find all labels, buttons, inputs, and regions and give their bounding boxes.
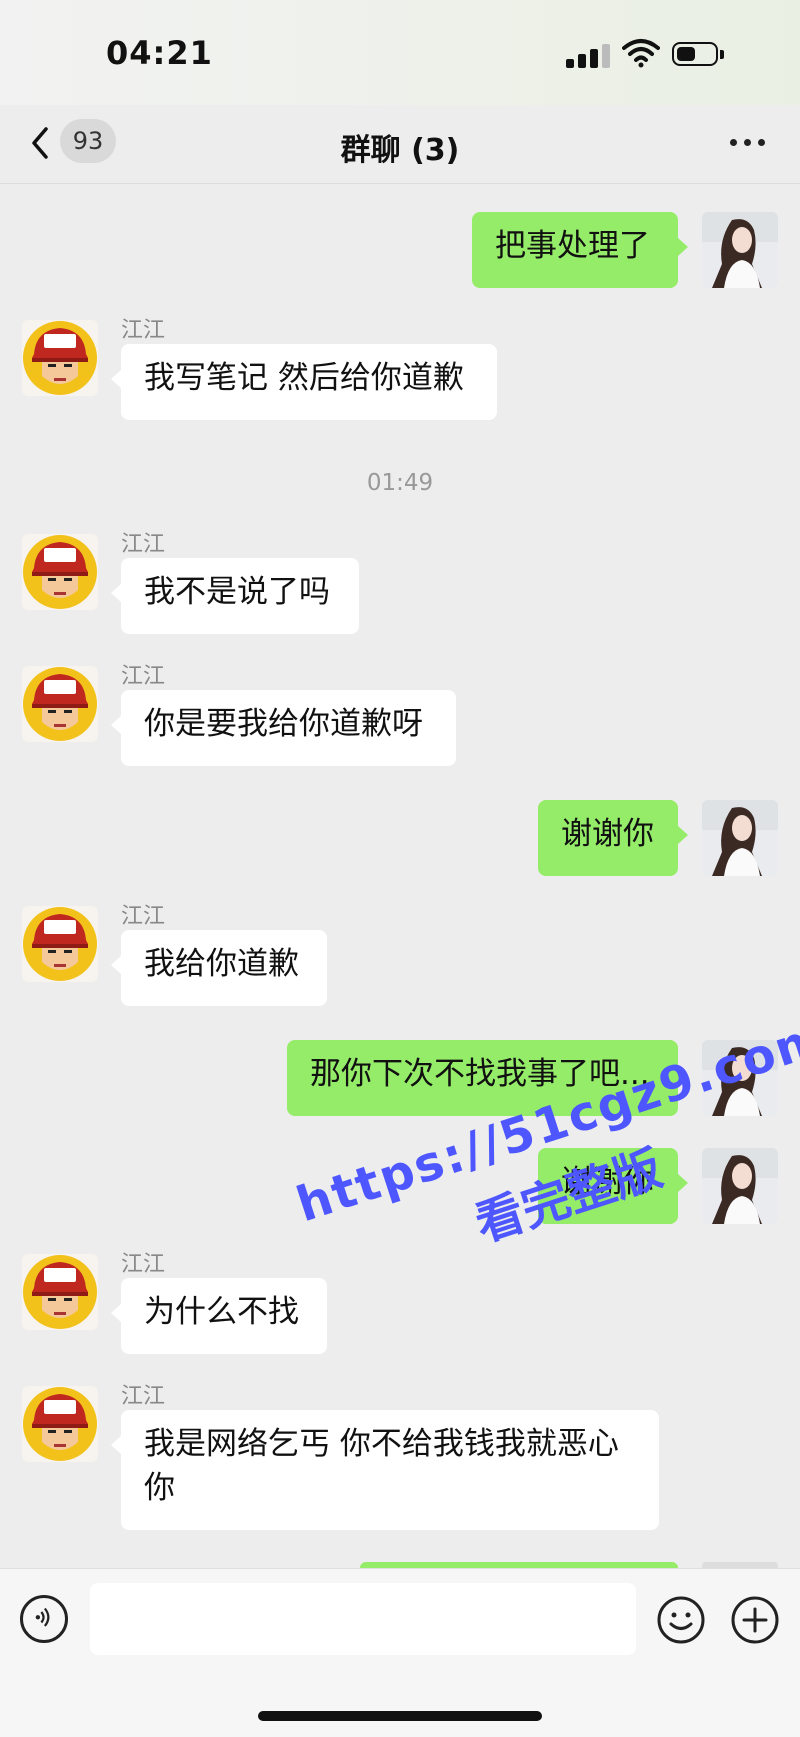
message-row: 江江 你是要我给你道歉呀 bbox=[0, 658, 800, 768]
sender-avatar[interactable] bbox=[22, 1254, 98, 1330]
user-avatar[interactable] bbox=[702, 212, 778, 288]
chat-header: 93 群聊 (3) bbox=[0, 105, 800, 184]
message-bubble-received[interactable]: 我不是说了吗 bbox=[111, 558, 359, 634]
timestamp: 01:49 bbox=[366, 470, 434, 496]
message-row: 江江 我不是说了吗 bbox=[0, 526, 800, 636]
message-bubble-received[interactable]: 我写笔记 然后给你道歉 bbox=[111, 344, 497, 420]
emoji-icon[interactable] bbox=[656, 1595, 706, 1645]
wifi-icon bbox=[622, 39, 660, 68]
plus-icon[interactable] bbox=[730, 1595, 780, 1645]
status-bar: 04:21 bbox=[0, 0, 800, 105]
sender-name: 江江 bbox=[121, 664, 166, 689]
sender-name: 江江 bbox=[121, 532, 166, 557]
message-bubble-received[interactable]: 你是要我给你道歉呀 bbox=[111, 690, 456, 766]
message-row: 江江 我给你道歉 bbox=[0, 898, 800, 1008]
message-row: 江江 我写笔记 然后给你道歉 bbox=[0, 312, 800, 422]
signal-icon bbox=[566, 44, 612, 68]
message-bubble-sent[interactable]: 把事处理了 bbox=[472, 212, 688, 288]
sender-name: 江江 bbox=[121, 1384, 166, 1409]
input-bar bbox=[0, 1568, 800, 1737]
status-time: 04:21 bbox=[106, 34, 213, 72]
home-indicator bbox=[258, 1711, 542, 1721]
message-bubble-received[interactable]: 我给你道歉 bbox=[111, 930, 327, 1006]
sender-avatar[interactable] bbox=[22, 534, 98, 610]
sender-name: 江江 bbox=[121, 1252, 166, 1277]
message-bubble-received[interactable]: 为什么不找 bbox=[111, 1278, 327, 1354]
message-row: 把事处理了 bbox=[0, 212, 800, 290]
sender-name: 江江 bbox=[121, 318, 166, 343]
more-options-icon[interactable] bbox=[726, 127, 770, 157]
message-bubble-received[interactable]: 我是网络乞丐 你不给我钱我就恶心你 bbox=[111, 1410, 659, 1530]
sender-avatar[interactable] bbox=[22, 1386, 98, 1462]
sender-name: 江江 bbox=[121, 904, 166, 929]
sender-avatar[interactable] bbox=[22, 320, 98, 396]
battery-icon bbox=[672, 42, 726, 68]
voice-icon[interactable] bbox=[20, 1595, 68, 1643]
sender-avatar[interactable] bbox=[22, 906, 98, 982]
user-avatar[interactable] bbox=[702, 800, 778, 876]
chat-title: 群聊 (3) bbox=[340, 133, 460, 168]
message-input[interactable] bbox=[90, 1583, 636, 1655]
message-row: 江江 我是网络乞丐 你不给我钱我就恶心你 bbox=[0, 1378, 800, 1530]
sender-avatar[interactable] bbox=[22, 666, 98, 742]
message-bubble-sent[interactable]: 谢谢你 bbox=[538, 800, 688, 876]
message-row: 谢谢你 bbox=[0, 800, 800, 878]
